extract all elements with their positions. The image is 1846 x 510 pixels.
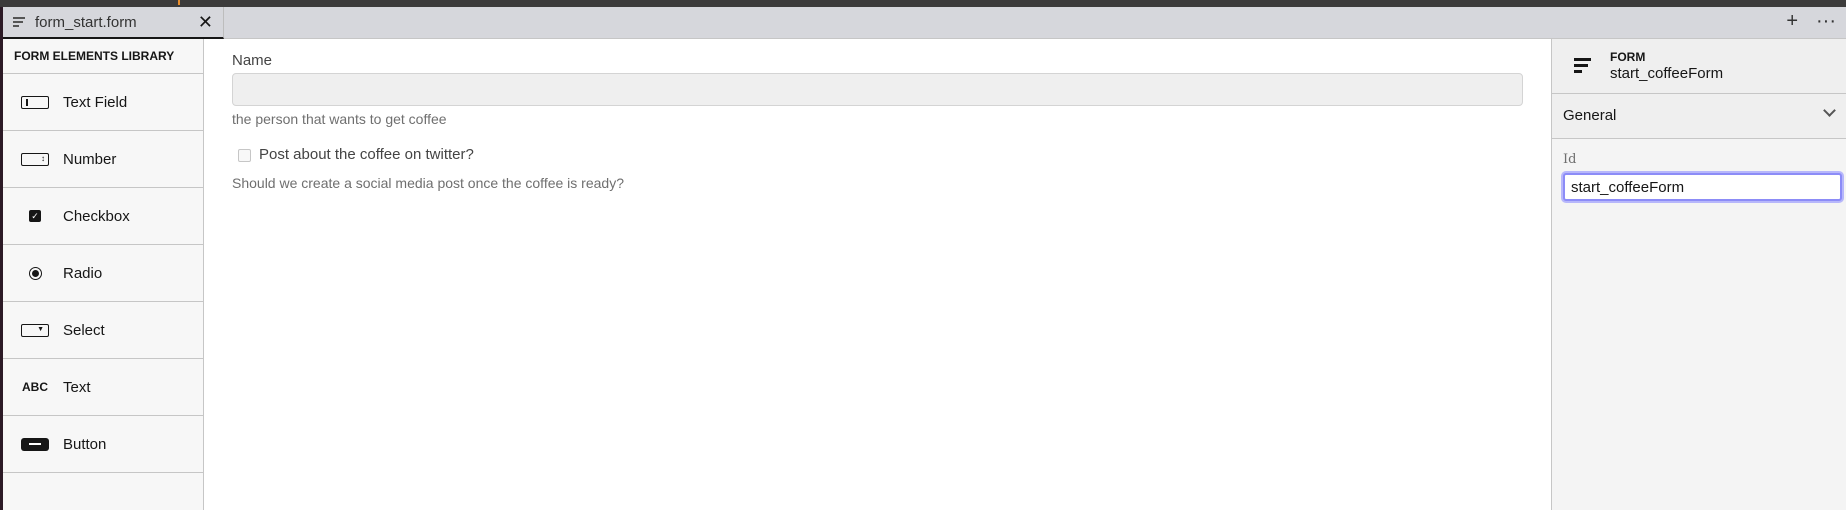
close-icon[interactable]: ✕	[198, 12, 213, 33]
tab-bar: form_start.form ✕ + ···	[3, 7, 1846, 39]
textfield-icon	[16, 95, 54, 109]
library-item-checkbox[interactable]: ✓ Checkbox	[3, 188, 203, 245]
library-item-label: Button	[63, 435, 107, 453]
tab-form-start[interactable]: form_start.form ✕	[3, 7, 224, 39]
element-name: start_coffeeForm	[1610, 65, 1724, 82]
twitter-checkbox-description: Should we create a social media post onc…	[232, 175, 624, 191]
number-icon: ↕	[16, 152, 54, 166]
library-item-label: Checkbox	[63, 207, 130, 225]
accent-mark	[178, 0, 180, 5]
name-label: Name	[232, 52, 273, 69]
library-title: FORM ELEMENTS LIBRARY	[3, 39, 203, 74]
select-icon: ▼	[16, 323, 54, 337]
group-general[interactable]: General	[1552, 94, 1846, 139]
text-icon-glyph: ABC	[22, 380, 48, 394]
form-canvas: Name the person that wants to get coffee…	[204, 39, 1551, 510]
properties-panel: FORM start_coffeeForm General Id	[1551, 39, 1846, 510]
library-item-text-field[interactable]: Text Field	[3, 74, 203, 131]
tab-label: form_start.form	[35, 13, 137, 31]
checkbox-icon: ✓	[16, 210, 54, 222]
library-item-button[interactable]: Button	[3, 416, 203, 473]
id-input[interactable]	[1563, 173, 1842, 201]
group-title: General	[1563, 107, 1617, 124]
more-icon[interactable]: ···	[1816, 10, 1836, 33]
twitter-checkbox-label: Post about the coffee on twitter?	[259, 146, 474, 163]
text-icon: ABC	[16, 380, 54, 394]
library-item-text[interactable]: ABC Text	[3, 359, 203, 416]
element-type: FORM	[1610, 50, 1646, 64]
library-item-number[interactable]: ↕ Number	[3, 131, 203, 188]
name-description: the person that wants to get coffee	[232, 111, 447, 127]
button-icon	[16, 437, 54, 451]
library-item-select[interactable]: ▼ Select	[3, 302, 203, 359]
add-tab-icon[interactable]: +	[1786, 10, 1798, 33]
radio-icon	[16, 266, 54, 280]
twitter-checkbox[interactable]	[238, 149, 251, 162]
library-item-label: Radio	[63, 264, 103, 282]
library-item-label: Text Field	[63, 93, 128, 111]
properties-header: FORM start_coffeeForm	[1552, 39, 1846, 94]
chevron-down-icon[interactable]	[1823, 104, 1836, 117]
form-icon	[1574, 58, 1591, 76]
form-elements-library: FORM ELEMENTS LIBRARY Text Field ↕ Numbe…	[3, 39, 204, 510]
library-item-label: Number	[63, 150, 117, 168]
id-label: Id	[1563, 152, 1577, 167]
library-item-radio[interactable]: Radio	[3, 245, 203, 302]
window-top-bar	[0, 0, 1846, 7]
library-item-label: Text	[63, 378, 91, 396]
library-item-label: Select	[63, 321, 105, 339]
form-icon	[13, 15, 25, 29]
name-input[interactable]	[232, 73, 1523, 106]
